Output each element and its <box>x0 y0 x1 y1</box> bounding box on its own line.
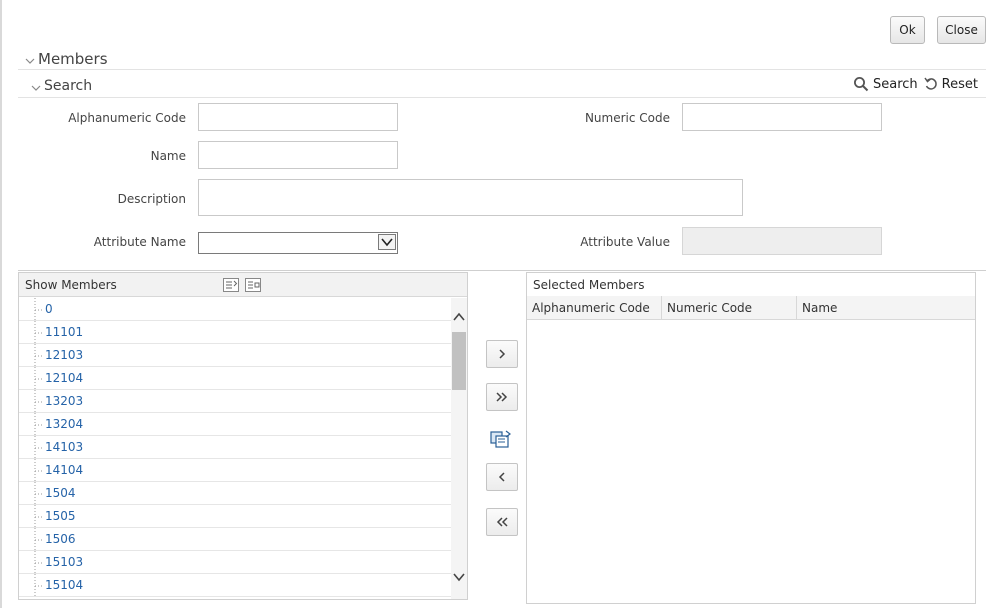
move-all-right-icon <box>496 392 508 402</box>
scroll-thumb[interactable] <box>452 332 466 390</box>
chevron-down-icon <box>30 82 42 94</box>
search-link[interactable]: Search <box>853 76 918 92</box>
ok-button[interactable]: Ok <box>890 16 925 44</box>
tree-connector-icon <box>34 390 44 413</box>
alphanumeric-code-label: Alphanumeric Code <box>68 111 186 125</box>
tree-connector-icon <box>34 482 44 505</box>
close-button[interactable]: Close <box>937 16 986 44</box>
member-tree: 0 11101 12103 12104 13203 13204 14103 14104 1504… <box>19 298 451 599</box>
tree-connector-icon <box>34 459 44 482</box>
show-members-header: Show Members <box>19 273 467 297</box>
tree-node-label[interactable]: 13204 <box>45 417 83 431</box>
search-section-header[interactable]: Search <box>30 78 92 94</box>
tree-node-label[interactable]: 12103 <box>45 348 83 362</box>
tree-node-label[interactable]: 14104 <box>45 463 83 477</box>
divider <box>18 97 986 98</box>
search-actions: Search Reset <box>853 76 978 92</box>
move-all-button[interactable] <box>486 383 518 411</box>
attribute-value-label: Attribute Value <box>580 235 670 249</box>
description-label: Description <box>117 192 186 206</box>
tree-node-label[interactable]: 13203 <box>45 394 83 408</box>
reset-link[interactable]: Reset <box>924 77 978 92</box>
name-label: Name <box>150 149 186 163</box>
show-members-title: Show Members <box>25 277 117 292</box>
tree-node-label[interactable]: 12104 <box>45 371 83 385</box>
tree-node-label[interactable]: 1505 <box>45 509 76 523</box>
numeric-code-label: Numeric Code <box>584 111 670 125</box>
column-header[interactable]: Name <box>797 296 975 320</box>
selected-members-title: Selected Members <box>533 277 645 292</box>
tree-row[interactable]: 13204 <box>19 413 451 436</box>
tree-row[interactable]: 15103 <box>19 551 451 574</box>
attribute-name-label: Attribute Name <box>93 235 186 249</box>
tree-connector-icon <box>34 528 44 551</box>
tree-connector-icon <box>34 551 44 574</box>
tree-node-label[interactable]: 15104 <box>45 578 83 592</box>
tree-row[interactable]: 14104 <box>19 459 451 482</box>
tree-row[interactable]: 11101 <box>19 321 451 344</box>
expand-all-icon[interactable] <box>223 278 239 295</box>
search-link-label: Search <box>873 76 918 92</box>
tree-connector-icon <box>34 436 44 459</box>
tree-connector-icon <box>34 321 44 344</box>
divider <box>18 69 986 70</box>
selected-members-header: Selected Members <box>527 273 975 297</box>
tree-row[interactable]: 12104 <box>19 367 451 390</box>
tree-connector-icon <box>34 367 44 390</box>
numeric-code-input[interactable] <box>682 103 882 131</box>
tree-connector-icon <box>34 574 44 597</box>
attribute-value-input <box>682 227 882 255</box>
column-header[interactable]: Alphanumeric Code <box>527 296 662 320</box>
tree-row[interactable]: 14103 <box>19 436 451 459</box>
move-all-left-icon <box>496 517 508 527</box>
tree-node-label[interactable]: 11101 <box>45 325 83 339</box>
tree-row[interactable]: 1506 <box>19 528 451 551</box>
tree-scrollbar[interactable] <box>451 298 467 599</box>
tree-row[interactable]: 0 <box>19 298 451 321</box>
alphanumeric-code-input[interactable] <box>198 103 398 131</box>
scroll-up-icon[interactable] <box>453 312 465 322</box>
move-right-icon <box>499 349 506 359</box>
selected-members-table-header: Alphanumeric Code Numeric Code Name <box>527 296 975 320</box>
dropdown-arrow-icon[interactable] <box>378 234 396 250</box>
tree-node-label[interactable]: 0 <box>45 302 53 316</box>
tree-connector-icon <box>34 413 44 436</box>
tree-row[interactable]: 12103 <box>19 344 451 367</box>
show-members-panel: Show Members 0 11101 12103 12104 13203 13204 1… <box>18 272 468 600</box>
move-left-icon <box>498 472 505 482</box>
left-border <box>0 0 2 608</box>
copy-hierarchy-icon <box>490 430 511 448</box>
reset-link-label: Reset <box>941 76 978 92</box>
search-section-title: Search <box>44 78 93 94</box>
tree-connector-icon <box>34 505 44 528</box>
chevron-down-icon <box>24 55 36 67</box>
magnifier-icon <box>854 77 869 92</box>
column-header[interactable]: Numeric Code <box>662 296 797 320</box>
tree-connector-icon <box>34 344 44 367</box>
tree-row[interactable]: 13203 <box>19 390 451 413</box>
tree-node-label[interactable]: 1506 <box>45 532 76 546</box>
divider <box>18 270 986 271</box>
tree-node-label[interactable]: 1504 <box>45 486 76 500</box>
tree-row[interactable]: 15104 <box>19 574 451 597</box>
collapse-all-icon[interactable] <box>245 278 261 295</box>
move-selected-button[interactable] <box>486 340 518 368</box>
scroll-down-icon[interactable] <box>453 572 465 582</box>
tree-connector-icon <box>34 298 44 321</box>
copy-hierarchy-button[interactable] <box>490 429 512 449</box>
tree-row[interactable]: 1505 <box>19 505 451 528</box>
tree-row[interactable]: 1504 <box>19 482 451 505</box>
tree-node-label[interactable]: 15103 <box>45 555 83 569</box>
remove-selected-button[interactable] <box>486 463 518 491</box>
description-textarea[interactable] <box>198 179 743 216</box>
tree-node-label[interactable]: 14103 <box>45 440 83 454</box>
members-section-header[interactable]: Members <box>24 50 108 68</box>
attribute-name-select[interactable] <box>198 232 398 254</box>
selected-members-panel: Selected Members <box>526 272 976 604</box>
name-input[interactable] <box>198 141 398 169</box>
reset-icon <box>924 77 937 90</box>
members-title: Members <box>38 50 108 68</box>
remove-all-button[interactable] <box>486 508 518 536</box>
